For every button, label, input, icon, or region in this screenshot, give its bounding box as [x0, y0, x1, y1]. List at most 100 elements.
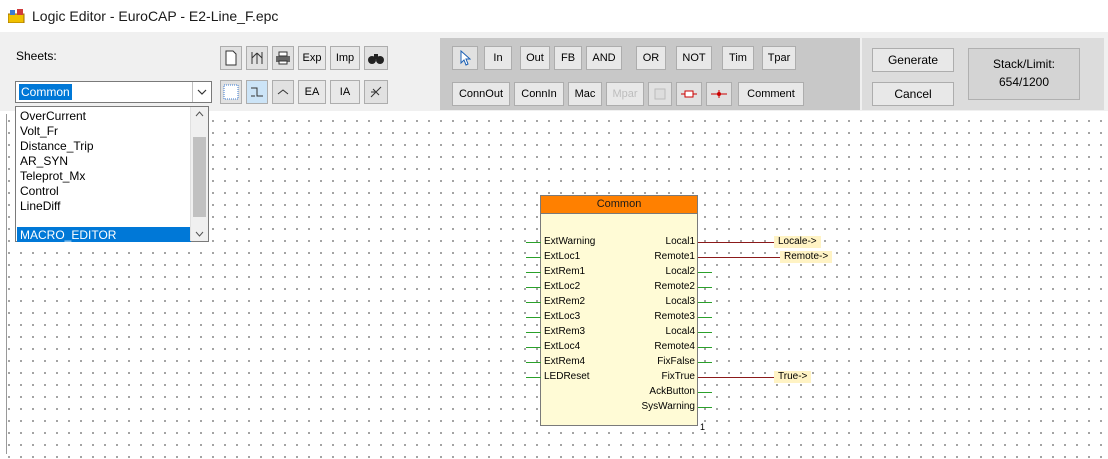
sheet-select[interactable]: Common	[15, 81, 212, 103]
output-pin[interactable]: Local2	[600, 266, 695, 278]
output-wire	[698, 302, 712, 303]
input-pin[interactable]: ExtLoc3	[544, 311, 580, 323]
output-wire	[698, 347, 712, 348]
output-pin[interactable]: SysWarning	[600, 401, 695, 413]
output-pin[interactable]: Local1	[600, 236, 695, 248]
input-wire	[526, 272, 541, 273]
connector-label[interactable]: Remote->	[780, 251, 833, 263]
generate-button[interactable]: Generate	[872, 48, 954, 72]
input-pin[interactable]: ExtLoc2	[544, 281, 580, 293]
app-icon	[7, 9, 26, 24]
output-wire	[698, 362, 712, 363]
output-wire	[698, 377, 774, 378]
output-wire	[698, 272, 712, 273]
input-pin[interactable]: ExtLoc4	[544, 341, 580, 353]
input-wire	[526, 347, 541, 348]
dropdown-item[interactable]: Distance_Trip	[20, 139, 94, 153]
tim-button[interactable]: Tim	[722, 46, 754, 70]
output-pin[interactable]: Remote3	[600, 311, 695, 323]
input-wire	[526, 257, 541, 258]
box-icon[interactable]	[648, 82, 672, 106]
connout-button[interactable]: ConnOut	[452, 82, 510, 106]
route-icon[interactable]	[246, 80, 268, 104]
grid-icon[interactable]	[220, 80, 242, 104]
dropdown-item[interactable]: AR_SYN	[20, 154, 68, 168]
output-wire	[698, 287, 712, 288]
function-block-index: 1	[700, 422, 706, 432]
junction-icon[interactable]	[706, 82, 732, 106]
connector-label[interactable]: True->	[774, 371, 812, 383]
input-pin[interactable]: LEDReset	[544, 371, 590, 383]
dropdown-item[interactable]: LineDiff	[20, 199, 60, 213]
ea-button[interactable]: EA	[298, 80, 326, 104]
input-pin[interactable]: ExtRem1	[544, 266, 585, 278]
output-wire	[698, 242, 774, 243]
dropdown-item[interactable]: OverCurrent	[20, 109, 86, 123]
input-wire	[526, 317, 541, 318]
input-wire	[526, 302, 541, 303]
comment-button[interactable]: Comment	[738, 82, 804, 106]
dropdown-scrollbar[interactable]	[190, 107, 208, 241]
mpar-button[interactable]: Mpar	[606, 82, 644, 106]
input-pin[interactable]: ExtLoc1	[544, 251, 580, 263]
output-pin[interactable]: Remote1	[600, 251, 695, 263]
canvas-left-border	[6, 114, 7, 454]
compare-icon[interactable]	[246, 46, 268, 70]
dropdown-item[interactable]: Control	[20, 184, 59, 198]
sheets-label: Sheets:	[16, 49, 57, 63]
mac-button[interactable]: Mac	[568, 82, 602, 106]
dropdown-item[interactable]: Volt_Fr	[20, 124, 58, 138]
input-pin[interactable]: ExtWarning	[544, 236, 595, 248]
dropdown-item[interactable]: Teleprot_Mx	[20, 169, 85, 183]
cancel-button[interactable]: Cancel	[872, 82, 954, 106]
and-button[interactable]: AND	[586, 46, 622, 70]
dropdown-item-selected[interactable]: MACRO_EDITOR	[20, 228, 116, 242]
stack-limit-box: Stack/Limit: 654/1200	[968, 48, 1080, 100]
output-pin[interactable]: Remote4	[600, 341, 695, 353]
output-pin[interactable]: Remote2	[600, 281, 695, 293]
tpar-button[interactable]: Tpar	[762, 46, 796, 70]
input-pin[interactable]: ExtRem2	[544, 296, 585, 308]
in-button[interactable]: In	[484, 46, 512, 70]
function-block-title: Common	[541, 196, 697, 214]
sheet-dropdown-list[interactable]: OverCurrent Volt_Fr Distance_Trip AR_SYN…	[15, 106, 209, 242]
output-wire	[698, 257, 780, 258]
stack-limit-label: Stack/Limit:	[992, 57, 1055, 71]
or-button[interactable]: OR	[636, 46, 666, 70]
ia-button[interactable]: IA	[330, 80, 360, 104]
input-wire	[526, 287, 541, 288]
connin-button[interactable]: ConnIn	[514, 82, 564, 106]
output-wire	[698, 332, 712, 333]
output-wire	[698, 392, 712, 393]
scroll-thumb[interactable]	[193, 137, 206, 217]
output-pin[interactable]: FixFalse	[600, 356, 695, 368]
print-icon[interactable]	[272, 46, 294, 70]
not-button[interactable]: NOT	[676, 46, 712, 70]
connector-label[interactable]: Locale->	[774, 236, 821, 248]
input-wire	[526, 332, 541, 333]
input-pin[interactable]: ExtRem4	[544, 356, 585, 368]
new-page-icon[interactable]	[220, 46, 242, 70]
output-pin[interactable]: Local3	[600, 296, 695, 308]
input-pin[interactable]: ExtRem3	[544, 326, 585, 338]
output-pin[interactable]: AckButton	[600, 386, 695, 398]
fb-button[interactable]: FB	[554, 46, 582, 70]
import-button[interactable]: Imp	[330, 46, 360, 70]
binoculars-icon[interactable]	[364, 46, 388, 70]
out-button[interactable]: Out	[520, 46, 550, 70]
input-wire	[526, 377, 541, 378]
chevron-icon[interactable]	[272, 80, 294, 104]
input-wire	[526, 362, 541, 363]
input-wire	[526, 242, 541, 243]
resistor-icon[interactable]	[676, 82, 702, 106]
stack-limit-value: 654/1200	[998, 75, 1050, 89]
export-button[interactable]: Exp	[298, 46, 326, 70]
output-wire	[698, 317, 712, 318]
settings-icon[interactable]	[364, 80, 388, 104]
scroll-up-icon	[195, 111, 204, 117]
pointer-icon[interactable]	[452, 46, 478, 70]
output-pin[interactable]: FixTrue	[600, 371, 695, 383]
chevron-down-icon[interactable]	[192, 82, 211, 102]
output-pin[interactable]: Local4	[600, 326, 695, 338]
sheet-select-value: Common	[19, 84, 72, 100]
